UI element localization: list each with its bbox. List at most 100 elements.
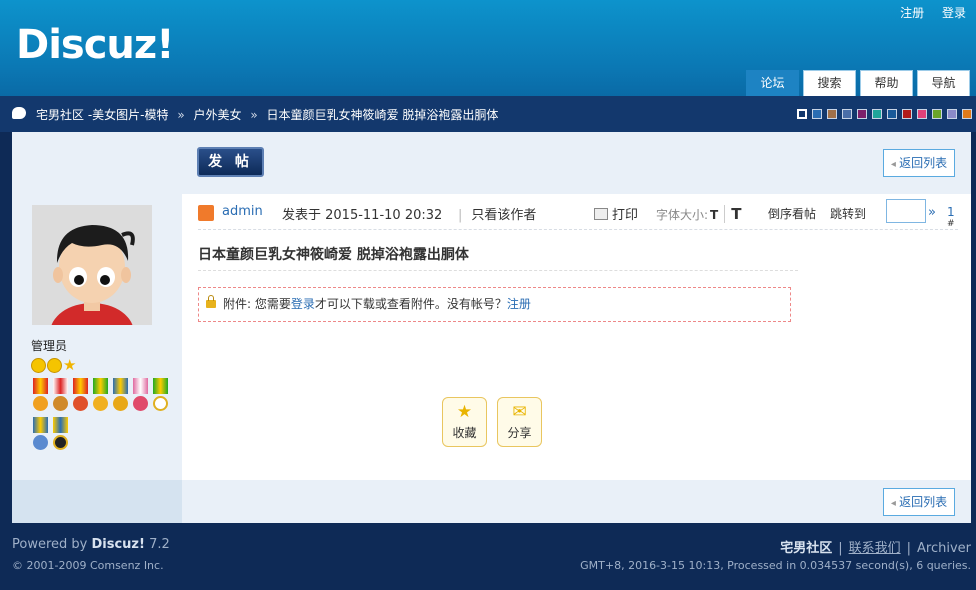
medal-icon[interactable] <box>51 417 70 453</box>
sun-rank-icon <box>31 358 46 373</box>
processing-info: GMT+8, 2016-3-15 10:13, Processed in 0.0… <box>580 559 971 572</box>
favorite-button[interactable]: ★ 收藏 <box>442 397 487 447</box>
nav-tab-help[interactable]: 帮助 <box>860 70 913 96</box>
medal-icon[interactable] <box>31 417 50 453</box>
medal-list <box>31 378 175 456</box>
medal-icon[interactable] <box>31 378 50 414</box>
breadcrumb-board[interactable]: 户外美女 <box>193 108 241 122</box>
jump-to-label: 跳转到 <box>830 207 867 221</box>
style-swatch[interactable] <box>932 109 942 119</box>
star-rank-icon: ★ <box>63 356 77 374</box>
site-logo[interactable]: Discuz! <box>16 22 174 68</box>
favorite-label: 收藏 <box>452 426 477 440</box>
post-author-link[interactable]: admin <box>222 204 263 219</box>
share-label: 分享 <box>507 426 532 440</box>
style-swatch[interactable] <box>947 109 957 119</box>
share-button[interactable]: ✉ 分享 <box>497 397 542 447</box>
copyright: © 2001-2009 Comsenz Inc. <box>12 559 164 572</box>
breadcrumb-separator: » <box>250 108 258 122</box>
breadcrumb-current-thread: 日本童颜巨乳女神筱崎爱 脱掉浴袍露出胴体 <box>266 108 499 122</box>
bottom-bar-side <box>12 480 182 523</box>
user-role: 管理员 <box>31 339 68 353</box>
back-to-list-button[interactable]: 返回列表 <box>883 149 955 177</box>
envelope-icon: ✉ <box>512 402 527 422</box>
medal-icon[interactable] <box>131 378 150 414</box>
login-link[interactable]: 登录 <box>942 6 966 20</box>
printer-icon <box>594 208 608 220</box>
font-size-control: 字体大小: T T <box>656 205 742 223</box>
author-sidebar: 管理员 ★ <box>12 194 182 480</box>
star-icon: ★ <box>456 402 473 422</box>
breadcrumb-separator: » <box>177 108 185 122</box>
font-large-button[interactable]: T <box>724 205 742 223</box>
style-swatch[interactable] <box>857 109 867 119</box>
footer-site-name[interactable]: 宅男社区 <box>780 541 832 556</box>
floor-value: 1 <box>947 205 955 219</box>
avatar[interactable] <box>32 205 152 325</box>
user-online-icon <box>198 205 214 221</box>
top-links: 注册 登录 <box>886 4 966 21</box>
floor-number[interactable]: 1 # <box>947 205 958 234</box>
style-swatch[interactable] <box>917 109 927 119</box>
thread-panel: 发 帖 返回列表 管理员 ★ <box>12 132 971 523</box>
nav-tab-forum[interactable]: 论坛 <box>746 70 799 96</box>
breadcrumb-forum-root[interactable]: 宅男社区 -美女图片-模特 <box>36 108 168 122</box>
footer-links: 宅男社区 | 联系我们 | Archiver <box>780 541 971 556</box>
post-body: admin 发表于 2015-11-10 20:32 只看该作者 打印 字体大小… <box>182 194 971 480</box>
style-swatch[interactable] <box>842 109 852 119</box>
nav-tab-search[interactable]: 搜索 <box>803 70 856 96</box>
style-swatch[interactable] <box>827 109 837 119</box>
attachment-text-prefix: 附件: 您需要 <box>223 297 291 311</box>
site-footer: Powered by Discuz! 7.2 © 2001-2009 Comse… <box>0 523 976 590</box>
style-swatch[interactable] <box>887 109 897 119</box>
medal-icon[interactable] <box>51 378 70 414</box>
archiver-link[interactable]: Archiver <box>917 541 971 556</box>
powered-brand[interactable]: Discuz! <box>91 537 144 552</box>
avatar-image <box>32 205 152 325</box>
jump-go-button[interactable]: » <box>928 205 936 220</box>
nav-tab-navigation[interactable]: 导航 <box>917 70 970 96</box>
attachment-register-link[interactable]: 注册 <box>507 297 531 311</box>
powered-by: Powered by Discuz! 7.2 <box>12 537 170 552</box>
thread-title: 日本童颜巨乳女神筱崎爱 脱掉浴袍露出胴体 <box>198 247 469 263</box>
medal-icon[interactable] <box>91 378 110 414</box>
new-post-button[interactable]: 发 帖 <box>197 147 264 177</box>
back-to-list-button-bottom[interactable]: 返回列表 <box>883 488 955 516</box>
style-swatch[interactable] <box>812 109 822 119</box>
reverse-order-link[interactable]: 倒序看帖 <box>768 205 816 222</box>
floor-mark: # <box>947 219 955 229</box>
medal-icon[interactable] <box>151 378 170 414</box>
user-rank-stars: ★ <box>31 358 78 373</box>
only-author-link[interactable]: 只看该作者 <box>458 204 536 223</box>
font-small-button[interactable]: T <box>710 208 718 222</box>
style-swatch[interactable] <box>902 109 912 119</box>
contact-us-link[interactable]: 联系我们 <box>849 541 901 556</box>
powered-prefix: Powered by <box>12 537 92 552</box>
breadcrumb-bar: 宅男社区 -美女图片-模特 » 户外美女 » 日本童颜巨乳女神筱崎爱 脱掉浴袍露… <box>0 96 976 132</box>
lock-icon <box>206 295 216 308</box>
style-swatch[interactable] <box>872 109 882 119</box>
style-swatch[interactable] <box>962 109 972 119</box>
medal-icon[interactable] <box>71 378 90 414</box>
attachment-login-link[interactable]: 登录 <box>291 297 315 311</box>
print-label: 打印 <box>612 208 639 223</box>
title-divider <box>198 270 798 271</box>
attachment-notice: 附件: 您需要登录才可以下载或查看附件。没有帐号？注册 <box>198 287 791 322</box>
medal-icon[interactable] <box>111 378 130 414</box>
jump-floor-input[interactable] <box>886 199 926 223</box>
thread-toolbar: 发 帖 返回列表 <box>12 132 971 194</box>
style-switcher <box>797 109 972 119</box>
sun-rank-icon <box>47 358 62 373</box>
breadcrumb: 宅男社区 -美女图片-模特 » 户外美女 » 日本童颜巨乳女神筱崎爱 脱掉浴袍露… <box>36 106 498 123</box>
print-link[interactable]: 打印 <box>594 204 638 223</box>
post-timestamp: 发表于 2015-11-10 20:32 <box>282 208 443 223</box>
thread-bottom-bar: 返回列表 <box>12 480 971 523</box>
site-header: Discuz! 注册 登录 论坛 搜索 帮助 导航 <box>0 0 976 96</box>
register-link[interactable]: 注册 <box>900 6 924 20</box>
attachment-text-middle: 才可以下载或查看附件。没有帐号？ <box>314 297 507 311</box>
style-swatch[interactable] <box>797 109 807 119</box>
font-size-label: 字体大小: <box>656 208 709 222</box>
main-nav: 论坛 搜索 帮助 导航 <box>746 70 970 96</box>
chat-bubble-icon <box>12 107 26 119</box>
powered-version: 7.2 <box>144 537 170 552</box>
